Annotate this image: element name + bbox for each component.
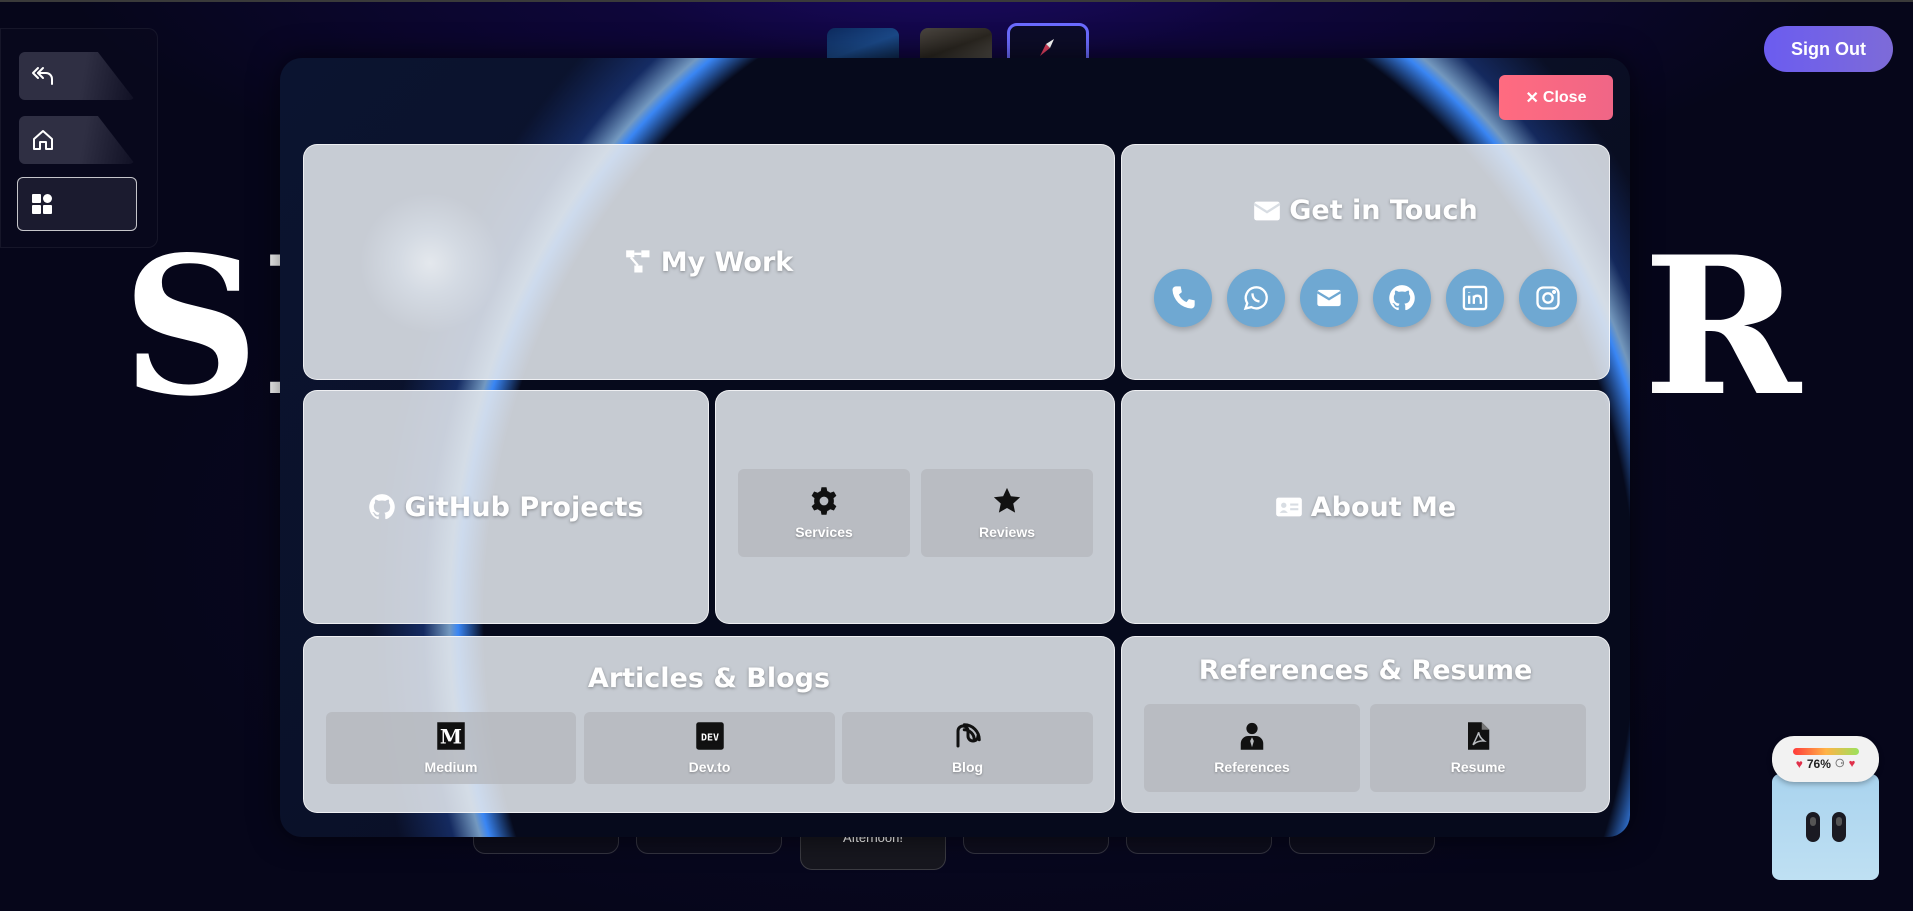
resume-label: Resume bbox=[1450, 759, 1506, 775]
reviews-tile[interactable]: Reviews bbox=[921, 469, 1093, 557]
github-projects-title: GitHub Projects bbox=[404, 491, 644, 523]
person-icon bbox=[1240, 722, 1264, 750]
get-in-touch-card[interactable]: Get in Touch bbox=[1121, 144, 1610, 380]
status-bar bbox=[1792, 747, 1859, 755]
close-button[interactable]: ✕ Close bbox=[1499, 75, 1613, 120]
blog-tile[interactable]: Blog bbox=[842, 712, 1093, 784]
mascot-eye-left bbox=[1806, 812, 1820, 842]
references-resume-title: References & Resume bbox=[1198, 655, 1533, 686]
mascot-status-badge: ♥ 76% ⚆ ♥ bbox=[1772, 736, 1879, 782]
phone-icon bbox=[1172, 286, 1195, 309]
instagram-icon bbox=[1536, 286, 1560, 310]
id-card-icon bbox=[1275, 497, 1302, 517]
linkedin-button[interactable] bbox=[1446, 269, 1504, 327]
grid-icon bbox=[32, 194, 52, 214]
references-resume-card: References & Resume References Resume bbox=[1121, 636, 1610, 813]
star-icon bbox=[993, 487, 1021, 513]
resume-tile[interactable]: Resume bbox=[1370, 704, 1586, 792]
github-icon bbox=[369, 494, 396, 520]
mascot-widget[interactable]: ♥ 76% ⚆ ♥ bbox=[1772, 736, 1879, 880]
email-button[interactable] bbox=[1300, 269, 1358, 327]
navigation-modal: ✕ Close My Work Get in Touch GitHub Proj… bbox=[280, 58, 1630, 837]
medium-label: Medium bbox=[424, 759, 478, 775]
hero-right-text: R bbox=[1643, 215, 1803, 438]
close-icon: ✕ bbox=[1525, 89, 1539, 107]
github-icon bbox=[1389, 285, 1415, 311]
whatsapp-button[interactable] bbox=[1227, 269, 1285, 327]
top-border bbox=[0, 0, 1913, 2]
about-me-title: About Me bbox=[1310, 491, 1457, 523]
articles-blogs-title: Articles & Blogs bbox=[587, 663, 831, 694]
status-percent: 76% bbox=[1806, 756, 1831, 771]
sidebar bbox=[0, 28, 158, 248]
rocket-icon bbox=[1040, 39, 1054, 56]
mascot-body bbox=[1772, 774, 1879, 880]
medium-tile[interactable]: M Medium bbox=[326, 712, 576, 784]
network-icon bbox=[625, 250, 650, 273]
phone-button[interactable] bbox=[1154, 269, 1212, 327]
devto-label: Dev.to bbox=[688, 759, 731, 775]
github-projects-card[interactable]: GitHub Projects bbox=[303, 390, 709, 624]
pdf-file-icon bbox=[1468, 722, 1490, 750]
email-icon bbox=[1316, 289, 1342, 307]
mascot-eye-right bbox=[1832, 812, 1846, 842]
heart-icon: ♥ bbox=[1795, 756, 1803, 771]
blog-label: Blog bbox=[951, 759, 984, 775]
svg-text:M: M bbox=[440, 725, 462, 749]
get-in-touch-title: Get in Touch bbox=[1289, 195, 1478, 226]
devto-icon: DEV bbox=[695, 722, 724, 750]
sidebar-item-grid[interactable] bbox=[17, 177, 137, 231]
gear-icon bbox=[811, 487, 837, 515]
services-tile[interactable]: Services bbox=[738, 469, 910, 557]
reviews-label: Reviews bbox=[978, 524, 1036, 540]
blog-icon bbox=[956, 723, 981, 748]
sidebar-item-back[interactable] bbox=[19, 52, 135, 100]
github-button[interactable] bbox=[1373, 269, 1431, 327]
sidebar-item-home[interactable] bbox=[19, 116, 135, 164]
services-reviews-card: Services Reviews bbox=[715, 390, 1115, 624]
home-icon bbox=[33, 130, 53, 150]
devto-tile[interactable]: DEV Dev.to bbox=[584, 712, 835, 784]
instagram-button[interactable] bbox=[1519, 269, 1577, 327]
heart-small-icon: ♥ bbox=[1848, 757, 1856, 770]
envelope-icon bbox=[1253, 201, 1281, 220]
close-label: Close bbox=[1542, 88, 1587, 106]
sign-out-button[interactable]: Sign Out bbox=[1764, 26, 1893, 72]
reply-all-icon bbox=[32, 67, 53, 85]
linkedin-icon bbox=[1462, 285, 1488, 311]
articles-blogs-card: Articles & Blogs M Medium DEV Dev.to Blo… bbox=[303, 636, 1115, 813]
my-work-card[interactable]: My Work bbox=[303, 144, 1115, 380]
svg-text:DEV: DEV bbox=[700, 732, 718, 743]
medium-icon: M bbox=[437, 722, 465, 750]
food-icon: ⚆ bbox=[1834, 758, 1845, 770]
about-me-card[interactable]: About Me bbox=[1121, 390, 1610, 624]
whatsapp-icon bbox=[1243, 286, 1268, 311]
references-tile[interactable]: References bbox=[1144, 704, 1360, 792]
my-work-title: My Work bbox=[660, 246, 794, 278]
references-label: References bbox=[1214, 759, 1290, 775]
services-label: Services bbox=[795, 524, 853, 540]
